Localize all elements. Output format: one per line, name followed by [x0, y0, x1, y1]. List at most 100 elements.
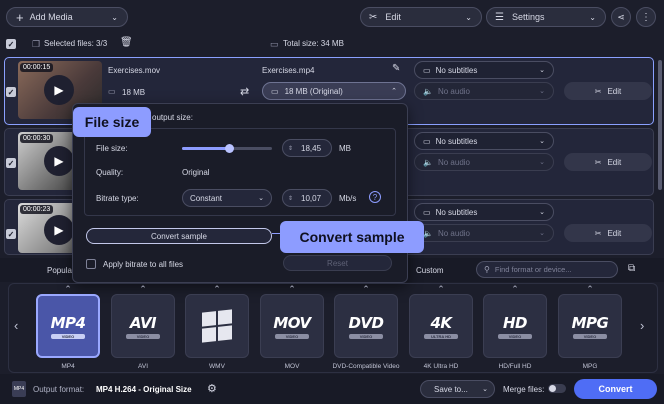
format-tile[interactable]: 4K ULTRA HD — [409, 294, 473, 358]
rename-pencil-icon[interactable]: ✎ — [392, 63, 400, 74]
subtitles-value: No subtitles — [435, 207, 478, 217]
chevron-left-icon[interactable]: ‹ — [14, 318, 18, 333]
share-button[interactable]: ⋖ — [611, 7, 631, 27]
output-format-icon: MP4 — [12, 381, 26, 397]
format-badge: VIDEO — [126, 333, 160, 339]
file-size-slider[interactable] — [182, 144, 272, 153]
format-tile[interactable]: MP4 VIDEO — [36, 294, 100, 358]
settings-menu-button[interactable]: ☰ Settings ⌄ — [486, 7, 606, 27]
file-icon: ▭ — [108, 87, 116, 96]
stepper-arrows-icon: ⇕ — [288, 195, 294, 202]
bitrate-unit: Mb/s — [339, 194, 357, 203]
format-tile[interactable] — [185, 294, 249, 358]
output-size-value: 18 MB (Original) — [284, 86, 343, 96]
edit-file-label: Edit — [607, 86, 622, 96]
format-label: DVD-Compatible Video — [332, 363, 400, 370]
chevron-right-icon[interactable]: › — [640, 318, 644, 333]
add-media-button[interactable]: + Add Media ⌄ — [6, 7, 128, 27]
file-list-scrollbar[interactable] — [658, 60, 662, 190]
bitrate-type-dropdown[interactable]: Constant ⌄ — [182, 189, 272, 207]
audio-dropdown[interactable]: 🔈 No audio ⌄ — [414, 153, 554, 171]
quality-label: Quality: — [96, 168, 124, 177]
tab-custom[interactable]: Custom — [416, 266, 444, 275]
bitrate-type-value: Constant — [190, 193, 223, 203]
file-checkbox[interactable]: ✓ — [6, 87, 16, 97]
select-all-checkbox[interactable]: ✓ — [6, 39, 16, 49]
format-logo-text: MPG — [571, 313, 609, 332]
save-to-label: Save to... — [434, 384, 468, 394]
settings-menu-label: Settings — [511, 12, 545, 22]
format-search-input[interactable]: ⚲ Find format or device... — [476, 261, 618, 278]
chevron-down-icon: ⌄ — [539, 159, 545, 166]
format-tile[interactable]: AVI VIDEO — [111, 294, 175, 358]
play-icon[interactable]: ▶ — [44, 146, 74, 176]
chevron-down-icon: ⌄ — [589, 12, 596, 22]
edit-file-button[interactable]: ✂ Edit — [564, 224, 652, 242]
quality-value: Original — [182, 168, 210, 177]
toggle-knob — [549, 385, 556, 392]
device-icon[interactable]: ⧉ — [628, 263, 635, 274]
edit-file-button[interactable]: ✂ Edit — [564, 153, 652, 171]
more-button[interactable]: ⋮ — [636, 7, 656, 27]
edit-file-label: Edit — [607, 228, 622, 238]
format-tile[interactable]: MPG VIDEO — [558, 294, 622, 358]
convert-button[interactable]: Convert — [574, 379, 657, 399]
edit-file-button[interactable]: ✂ Edit — [564, 82, 652, 100]
apply-bitrate-label: Apply bitrate to all files — [103, 260, 184, 269]
merge-files-toggle[interactable] — [548, 384, 566, 393]
audio-value: No audio — [437, 157, 470, 167]
play-icon[interactable]: ▶ — [44, 215, 74, 245]
file-size-callout-text: File size — [84, 114, 140, 130]
share-icon: ⋖ — [617, 11, 625, 22]
audio-value: No audio — [437, 86, 470, 96]
speech-bubble-icon: ▭ — [423, 136, 431, 146]
format-tile[interactable]: HD VIDEO — [483, 294, 547, 358]
apply-bitrate-checkbox[interactable] — [86, 259, 96, 269]
reset-button[interactable]: Reset — [283, 255, 392, 271]
chevron-down-icon: ⌄ — [539, 209, 545, 216]
edit-menu-button[interactable]: ✂ Edit ⌄ — [360, 7, 482, 27]
format-tile[interactable]: MOV VIDEO — [260, 294, 324, 358]
format-badge: VIDEO — [349, 333, 383, 339]
chevron-down-icon: ⌄ — [539, 88, 545, 95]
file-size-stepper[interactable]: ⇕ 18,45 — [282, 139, 332, 157]
file-checkbox[interactable]: ✓ — [6, 229, 16, 239]
format-badge: ULTRA HD — [424, 333, 458, 339]
search-icon: ⚲ — [484, 265, 490, 274]
speech-bubble-icon: ▭ — [423, 207, 431, 217]
file-icon: ▭ — [271, 86, 279, 96]
format-badge: VIDEO — [51, 333, 85, 339]
audio-dropdown[interactable]: 🔈 No audio ⌄ — [414, 224, 554, 242]
play-icon[interactable]: ▶ — [44, 75, 74, 105]
audio-dropdown[interactable]: 🔈 No audio ⌄ — [414, 82, 554, 100]
edit-file-label: Edit — [607, 157, 622, 167]
reset-label: Reset — [327, 258, 348, 268]
save-to-button[interactable]: Save to... ⌄ — [420, 380, 495, 398]
subtitles-value: No subtitles — [435, 136, 478, 146]
output-size-dropdown[interactable]: ▭ 18 MB (Original) ⌃ — [262, 82, 406, 100]
help-icon[interactable]: ? — [369, 191, 381, 203]
file-size-unit: MB — [339, 144, 351, 153]
chevron-up-icon: ⌃ — [391, 88, 397, 95]
document-icon: ▭ — [270, 39, 279, 49]
file-checkbox[interactable]: ✓ — [6, 158, 16, 168]
subtitles-dropdown[interactable]: ▭ No subtitles ⌄ — [414, 61, 554, 79]
convert-sample-label: Convert sample — [150, 231, 208, 241]
trash-icon[interactable]: 🗑 — [120, 37, 133, 48]
duration-label: 00:00:15 — [20, 63, 54, 72]
subtitles-dropdown[interactable]: ▭ No subtitles ⌄ — [414, 132, 554, 150]
file-size-slider-knob[interactable] — [225, 144, 234, 153]
bitrate-stepper[interactable]: ⇕ 10,07 — [282, 189, 332, 207]
format-badge: VIDEO — [498, 333, 532, 339]
duration-label: 00:00:30 — [20, 134, 54, 143]
file-size-callout: File size — [73, 107, 151, 137]
total-size: Total size: 34 MB — [283, 39, 344, 48]
convert-sample-button[interactable]: Convert sample — [86, 228, 272, 244]
plus-icon: + — [16, 9, 24, 25]
speaker-icon: 🔈 — [423, 157, 433, 167]
gear-icon[interactable]: ⚙ — [207, 382, 217, 395]
subtitles-dropdown[interactable]: ▭ No subtitles ⌄ — [414, 203, 554, 221]
format-tile[interactable]: DVD VIDEO — [334, 294, 398, 358]
more-vertical-icon: ⋮ — [641, 11, 651, 23]
tab-popular[interactable]: Popula — [47, 266, 72, 275]
